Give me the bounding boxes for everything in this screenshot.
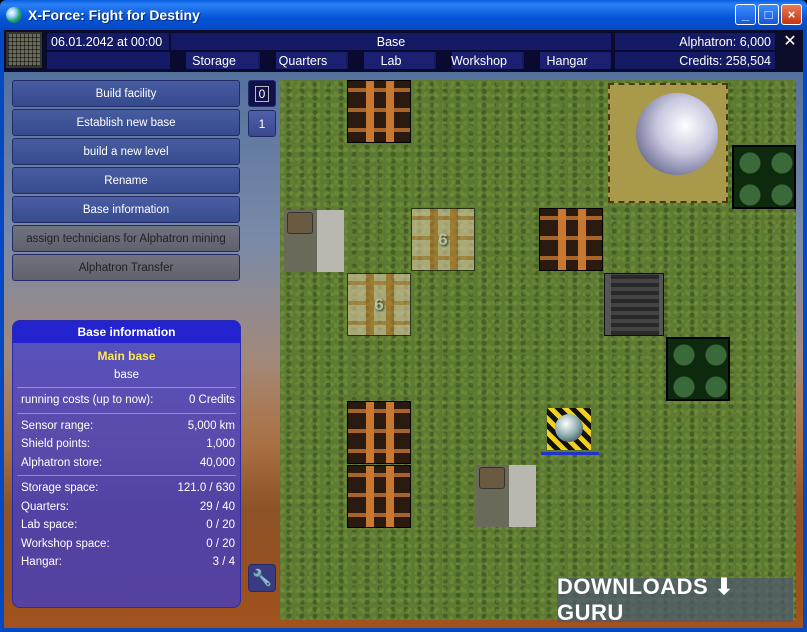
- stat-label: Workshop space:: [21, 537, 110, 550]
- facility-under-construction[interactable]: 6: [347, 273, 411, 336]
- hangar-facility[interactable]: [666, 337, 730, 401]
- window-titlebar[interactable]: X-Force: Fight for Destiny _ □ ×: [0, 0, 807, 30]
- stat-row-workshop: Workshop space: 0 / 20: [13, 535, 240, 554]
- divider: [17, 475, 236, 476]
- running-costs-value: 0 Credits: [188, 394, 235, 407]
- level-0-label: 0: [254, 85, 270, 102]
- construction-days: 6: [438, 229, 448, 249]
- running-costs-label: running costs (up to now):: [21, 394, 154, 407]
- base-info-type: base: [114, 369, 139, 381]
- lab-facility[interactable]: [476, 465, 536, 527]
- window-border-bottom: [0, 628, 807, 632]
- stat-label: Hangar:: [21, 556, 62, 569]
- credits-amount: Credits: 258,504: [614, 51, 776, 70]
- base-map[interactable]: 6 6: [280, 80, 796, 620]
- tab-storage-label: Storage: [192, 53, 236, 68]
- top-info-bar: 06.01.2042 at 00:00 Base Alphatron: 6,00…: [4, 30, 803, 72]
- lab-facility[interactable]: [284, 210, 344, 272]
- shield-generator-facility[interactable]: [541, 408, 599, 455]
- tank-icon: [287, 212, 313, 234]
- tank-icon: [479, 467, 505, 489]
- alphatron-transfer-button[interactable]: Alphatron Transfer: [12, 254, 240, 281]
- divider: [17, 412, 236, 414]
- storage-facility[interactable]: [539, 208, 603, 271]
- stat-row-storage: Storage space: 121.0 / 630: [13, 479, 240, 498]
- assign-technicians-button[interactable]: assign technicians for Alphatron mining: [12, 225, 240, 252]
- level-0-button[interactable]: 0: [248, 80, 276, 107]
- alphatron-amount: Alphatron: 6,000: [614, 32, 776, 51]
- game-client-area: 06.01.2042 at 00:00 Base Alphatron: 6,00…: [4, 30, 803, 628]
- tab-hangar-label: Hangar: [546, 53, 588, 68]
- level-1-label: 1: [258, 116, 266, 131]
- tab-quarters[interactable]: Quarters: [260, 52, 346, 69]
- tab-quarters-label: Quarters: [278, 53, 328, 68]
- stat-value: 29 / 40: [199, 500, 235, 513]
- workshop-facility[interactable]: [604, 273, 664, 336]
- storage-facility[interactable]: [347, 401, 411, 464]
- stat-label: Quarters:: [21, 500, 69, 513]
- construction-days: 6: [374, 294, 384, 314]
- stat-value: 3 / 4: [212, 556, 235, 569]
- storage-facility[interactable]: [347, 465, 411, 528]
- selection-bar: [541, 452, 599, 455]
- running-costs-row: running costs (up to now): 0 Credits: [13, 391, 240, 410]
- tab-lab[interactable]: Lab: [348, 52, 434, 69]
- stat-row-quarters: Quarters: 29 / 40: [13, 498, 240, 517]
- stat-label: Shield points:: [21, 438, 91, 451]
- stat-label: Lab space:: [21, 519, 78, 532]
- divider: [17, 387, 236, 388]
- base-info-name: Main base: [97, 349, 156, 363]
- tab-lab-label: Lab: [380, 53, 402, 68]
- maximize-button[interactable]: □: [758, 4, 779, 25]
- build-new-level-button[interactable]: build a new level: [12, 138, 240, 165]
- stat-value: 121.0 / 630: [177, 482, 235, 495]
- storage-facility[interactable]: [347, 80, 411, 143]
- tab-hangar[interactable]: Hangar: [524, 52, 610, 69]
- stat-row-hangar: Hangar: 3 / 4: [13, 553, 240, 572]
- facility-under-construction[interactable]: 6: [411, 208, 475, 271]
- stat-row-shield: Shield points: 1,000: [13, 435, 240, 454]
- minimize-button[interactable]: _: [735, 4, 756, 25]
- window-border-right: [803, 30, 807, 632]
- base-info-panel: Base information Main base base running …: [12, 320, 241, 608]
- stat-value: 0 / 20: [206, 537, 235, 550]
- base-info-header: Base information: [13, 321, 240, 343]
- wrench-icon[interactable]: 🔧: [248, 564, 276, 592]
- stat-label: Storage space:: [21, 482, 99, 495]
- hangar-facility[interactable]: [732, 145, 796, 209]
- close-window-button[interactable]: ×: [781, 4, 802, 25]
- tab-workshop-label: Workshop: [450, 53, 508, 68]
- window-title: X-Force: Fight for Destiny: [28, 7, 200, 23]
- radar-dish-icon: [636, 93, 718, 175]
- app-globe-icon: [6, 7, 22, 23]
- stat-row-lab: Lab space: 0 / 20: [13, 516, 240, 535]
- stat-row-alphatron: Alphatron store: 40,000: [13, 454, 240, 473]
- sensor-globe-icon: [555, 414, 583, 442]
- rename-button[interactable]: Rename: [12, 167, 240, 194]
- watermark: DOWNLOADS ⬇ GURU: [557, 574, 793, 625]
- stat-value: 5,000 km: [187, 419, 235, 432]
- stat-label: Sensor range:: [21, 419, 94, 432]
- stat-value: 0 / 20: [206, 519, 235, 532]
- base-information-button[interactable]: Base information: [12, 196, 240, 223]
- build-facility-button[interactable]: Build facility: [12, 80, 240, 107]
- radar-facility[interactable]: [608, 83, 728, 203]
- current-base-name: Base: [170, 32, 612, 51]
- game-date: 06.01.2042 at 00:00: [46, 32, 170, 51]
- establish-new-base-button[interactable]: Establish new base: [12, 109, 240, 136]
- stat-row-sensor: Sensor range: 5,000 km: [13, 417, 240, 436]
- stat-label: Alphatron store:: [21, 456, 103, 469]
- window-controls: _ □ ×: [735, 4, 802, 25]
- stat-value: 40,000: [199, 456, 235, 469]
- tab-storage[interactable]: Storage: [170, 52, 258, 69]
- game-logo-icon[interactable]: [6, 32, 42, 68]
- close-base-view-button[interactable]: ✕: [780, 31, 800, 51]
- level-1-button[interactable]: 1: [248, 110, 276, 137]
- tab-workshop[interactable]: Workshop: [436, 52, 522, 69]
- stat-value: 1,000: [206, 438, 235, 451]
